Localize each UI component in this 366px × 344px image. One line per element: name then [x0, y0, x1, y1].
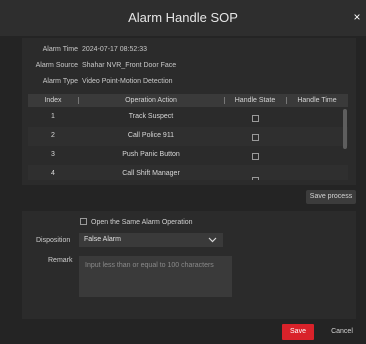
alarm-source-value: Shahar NVR_Front Door Face	[82, 62, 177, 69]
alarm-time-row: Alarm Time 2024-07-17 08:52:33	[30, 46, 147, 53]
disposition-select[interactable]: False Alarm	[79, 233, 223, 247]
table-row: 3 Push Panic Button	[28, 146, 348, 165]
table-scrollbar[interactable]	[343, 109, 347, 149]
chevron-down-icon	[208, 237, 217, 243]
row-index: 4	[51, 170, 55, 177]
table-row: 4 Call Shift Manager	[28, 165, 348, 180]
alarm-info-panel: Alarm Time 2024-07-17 08:52:33 Alarm Sour…	[22, 38, 356, 185]
alarm-type-row: Alarm Type Video Point-Motion Detection	[30, 78, 173, 85]
close-icon[interactable]: ×	[350, 10, 364, 24]
row-action: Call Shift Manager	[122, 170, 180, 177]
handle-state-checkbox[interactable]	[252, 115, 259, 122]
row-index: 1	[51, 113, 55, 120]
header-index: Index	[44, 97, 62, 104]
alarm-handle-sop-dialog: Alarm Handle SOP × Alarm Time 2024-07-17 …	[0, 0, 366, 344]
alarm-source-row: Alarm Source Shahar NVR_Front Door Face	[30, 62, 177, 69]
table-row: 1 Track Suspect	[28, 108, 348, 127]
handle-state-checkbox[interactable]	[252, 134, 259, 141]
save-process-button[interactable]: Save process	[306, 190, 356, 204]
dialog-titlebar: Alarm Handle SOP ×	[0, 0, 366, 36]
row-action: Push Panic Button	[122, 151, 180, 158]
alarm-source-label: Alarm Source	[35, 62, 78, 69]
row-index: 2	[51, 132, 55, 139]
same-alarm-operation-option[interactable]: Open the Same Alarm Operation	[80, 218, 193, 226]
table-header: Index Operation Action Handle State Hand…	[28, 94, 348, 107]
header-operation-action: Operation Action	[125, 97, 177, 104]
header-handle-state: Handle State	[234, 97, 276, 104]
dialog-title: Alarm Handle SOP	[128, 10, 238, 25]
operation-table: Index Operation Action Handle State Hand…	[28, 94, 348, 180]
cancel-button[interactable]: Cancel	[326, 324, 358, 340]
header-handle-time: Handle Time	[297, 97, 337, 104]
same-alarm-operation-label: Open the Same Alarm Operation	[91, 219, 193, 226]
handle-state-checkbox[interactable]	[252, 153, 259, 160]
alarm-type-label: Alarm Type	[42, 78, 78, 85]
save-button[interactable]: Save	[282, 324, 314, 340]
same-alarm-operation-checkbox[interactable]	[80, 218, 87, 225]
disposition-value: False Alarm	[84, 236, 121, 243]
remark-label: Remark	[48, 257, 73, 264]
remark-textarea[interactable]: Input less than or equal to 100 characte…	[79, 256, 232, 297]
disposition-panel: Open the Same Alarm Operation Dispositio…	[22, 211, 356, 319]
row-index: 3	[51, 151, 55, 158]
handle-state-checkbox[interactable]	[252, 177, 259, 180]
row-action: Track Suspect	[128, 113, 174, 120]
alarm-type-value: Video Point-Motion Detection	[82, 78, 173, 85]
alarm-time-value: 2024-07-17 08:52:33	[82, 46, 147, 53]
alarm-time-label: Alarm Time	[42, 46, 78, 53]
disposition-label: Disposition	[36, 237, 71, 244]
table-row: 2 Call Police 911	[28, 127, 348, 146]
row-action: Call Police 911	[127, 132, 175, 139]
